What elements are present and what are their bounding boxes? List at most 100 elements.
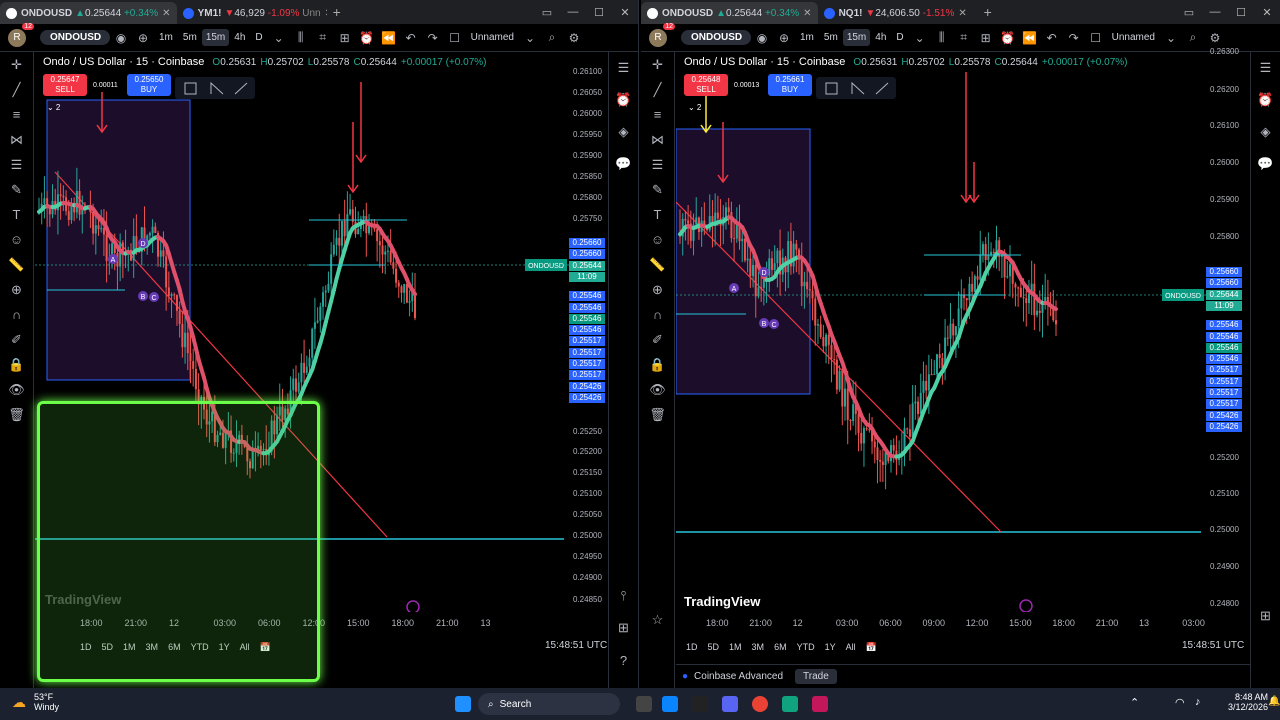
- candles-icon[interactable]: ⫼: [931, 30, 953, 45]
- close-tab-icon[interactable]: ✕: [803, 8, 811, 19]
- close-tab-icon[interactable]: ✕: [162, 8, 170, 19]
- layout-box-icon[interactable]: ☐: [1085, 31, 1107, 45]
- maximize-icon[interactable]: ☐: [1228, 6, 1254, 19]
- redo-icon[interactable]: ↷: [422, 31, 444, 45]
- search-icon[interactable]: ⌕: [541, 30, 563, 45]
- alert-icon[interactable]: ⏰: [356, 31, 378, 45]
- grid-icon[interactable]: ⊞: [609, 612, 638, 644]
- pattern-point-label[interactable]: D: [138, 238, 148, 248]
- lock-drawing-icon[interactable]: ✐: [641, 327, 674, 352]
- undo-icon[interactable]: ↶: [400, 31, 422, 45]
- notification-bell-icon[interactable]: 🔔: [1268, 696, 1280, 707]
- layout-icon[interactable]: ⊞: [334, 31, 356, 45]
- alerts-icon[interactable]: ⏰: [609, 84, 638, 116]
- down-arrow-drawing[interactable]: [347, 122, 359, 194]
- chat-icon[interactable]: 💬: [1251, 148, 1280, 180]
- wifi-icon[interactable]: ◠: [1175, 696, 1185, 709]
- visibility-icon[interactable]: 👁: [0, 377, 33, 402]
- trade-button[interactable]: Trade: [795, 669, 837, 684]
- minimize-icon[interactable]: —: [1202, 6, 1228, 18]
- pattern-point-label[interactable]: A: [108, 254, 118, 264]
- fib-icon[interactable]: ☰: [0, 152, 33, 177]
- range-button[interactable]: 5D: [708, 642, 720, 652]
- sell-button[interactable]: 0.25648 SELL: [684, 74, 728, 96]
- close-tab-icon[interactable]: ✕: [325, 8, 327, 19]
- chevron-down-icon[interactable]: ⌄: [519, 31, 541, 45]
- candles-chart-svg[interactable]: A B C D ONDOUSD ⌄ 2: [676, 52, 1206, 612]
- interval-1m[interactable]: 1m: [154, 32, 178, 43]
- interval-5m[interactable]: 5m: [819, 32, 843, 43]
- grid-icon[interactable]: ⊞: [1251, 600, 1280, 632]
- crosshair-icon[interactable]: ✛: [0, 52, 33, 77]
- range-button[interactable]: 1Y: [825, 642, 836, 652]
- range-button[interactable]: YTD: [797, 642, 815, 652]
- zoom-icon[interactable]: ⊕: [0, 277, 33, 302]
- emoji-icon[interactable]: ☺: [641, 227, 674, 252]
- avatar[interactable]: R 12: [649, 22, 675, 47]
- interval-d[interactable]: D: [891, 32, 908, 43]
- text-icon[interactable]: T: [641, 202, 674, 227]
- help-icon[interactable]: ?: [609, 644, 638, 676]
- lock-icon[interactable]: 🔒: [0, 352, 33, 377]
- undo-icon[interactable]: ↶: [1041, 31, 1063, 45]
- pattern-point-label[interactable]: B: [138, 291, 148, 301]
- layout-box-icon[interactable]: ☐: [444, 31, 466, 45]
- browser-tab-ondousd[interactable]: ONDOUSD ▲ 0.25644 +0.34% ✕: [641, 2, 818, 24]
- layout-name-button[interactable]: Unnamed: [466, 32, 519, 43]
- layout-name-button[interactable]: Unnamed: [1107, 32, 1160, 43]
- ruler-icon[interactable]: 📏: [641, 252, 674, 277]
- price-chart[interactable]: A B C D ONDOUSD ⌄ 2 Ondo / US Dollar · 15 · C…: [676, 52, 1206, 612]
- layers-icon[interactable]: ◈: [609, 116, 638, 148]
- chevron-down-icon[interactable]: ⌄: [1160, 31, 1182, 45]
- interval-5m[interactable]: 5m: [178, 32, 202, 43]
- magnet-icon[interactable]: ∩: [0, 302, 33, 327]
- interval-d[interactable]: D: [250, 32, 267, 43]
- app-icon[interactable]: [782, 696, 798, 712]
- magnet-icon[interactable]: ∩: [641, 302, 674, 327]
- window-screen-icon[interactable]: ▭: [1176, 6, 1202, 19]
- crosshair-icon[interactable]: ✛: [641, 52, 674, 77]
- range-button[interactable]: 1M: [729, 642, 742, 652]
- favorite-star-icon[interactable]: ☆: [641, 607, 674, 632]
- trash-icon[interactable]: 🗑: [0, 402, 33, 427]
- new-tab-icon[interactable]: +: [333, 4, 341, 20]
- interval-15m[interactable]: 15m: [842, 29, 871, 46]
- replay-icon[interactable]: ⏪: [1019, 31, 1041, 45]
- calendar-icon[interactable]: 📅: [866, 642, 877, 653]
- pitchfork-icon[interactable]: ⋈: [641, 127, 674, 152]
- trendline-icon[interactable]: ╱: [0, 77, 33, 102]
- pattern-point-label[interactable]: B: [759, 318, 769, 328]
- buy-button[interactable]: 0.25650 BUY: [127, 74, 171, 96]
- chat-icon[interactable]: 💬: [609, 148, 638, 180]
- system-clock[interactable]: 8:48 AM 3/12/2026: [1228, 692, 1268, 712]
- price-scale[interactable]: 0.26100 0.26050 0.26000 0.25950 0.25900 0.258…: [569, 52, 609, 612]
- lock-icon[interactable]: 🔒: [641, 352, 674, 377]
- price-scale[interactable]: 0.26300 0.26200 0.26100 0.26000 0.25900 0.258…: [1206, 47, 1246, 612]
- chevron-down-icon[interactable]: ⌄: [909, 31, 931, 45]
- event-marker-icon[interactable]: [1019, 599, 1033, 612]
- close-window-icon[interactable]: ✕: [1254, 6, 1280, 19]
- clock[interactable]: 15:48:51 UTC: [545, 640, 607, 651]
- replay-icon[interactable]: ⏪: [378, 31, 400, 45]
- eye-icon[interactable]: ◉: [110, 31, 132, 45]
- new-tab-icon[interactable]: +: [984, 4, 992, 20]
- pattern-point-label[interactable]: D: [759, 267, 769, 277]
- maximize-icon[interactable]: ☐: [586, 6, 612, 19]
- range-button[interactable]: All: [846, 642, 856, 652]
- symbol-search-button[interactable]: ONDOUSD: [681, 30, 751, 45]
- range-button[interactable]: 1D: [686, 642, 698, 652]
- emoji-icon[interactable]: ☺: [0, 227, 33, 252]
- candles-icon[interactable]: ⫼: [290, 30, 312, 45]
- chrome-icon[interactable]: [752, 696, 768, 712]
- settings-icon[interactable]: ⚙: [1204, 31, 1226, 45]
- zoom-icon[interactable]: ⊕: [641, 277, 674, 302]
- fib-icon[interactable]: ☰: [641, 152, 674, 177]
- redo-icon[interactable]: ↷: [1063, 31, 1085, 45]
- ruler-icon[interactable]: 📏: [0, 252, 33, 277]
- alerts-icon[interactable]: ⏰: [1251, 84, 1280, 116]
- visibility-icon[interactable]: 👁: [641, 377, 674, 402]
- down-arrow-drawing[interactable]: [968, 162, 980, 204]
- buy-button[interactable]: 0.25661 BUY: [768, 74, 812, 96]
- symbol-search-button[interactable]: ONDOUSD: [40, 30, 110, 45]
- discord-icon[interactable]: [722, 696, 738, 712]
